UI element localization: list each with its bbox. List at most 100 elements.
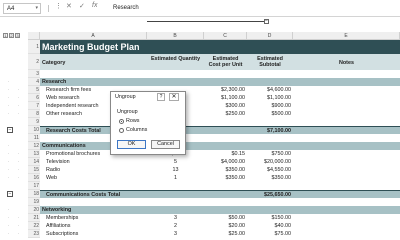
help-icon[interactable]: ? <box>157 93 165 101</box>
select-all-corner[interactable] <box>28 32 40 40</box>
name-box[interactable]: A4 ▾ <box>3 3 41 14</box>
cell-c[interactable] <box>204 70 247 78</box>
outline-level-button[interactable]: 2 <box>9 33 14 38</box>
rows-radio[interactable]: Rows <box>119 118 139 124</box>
cell-c[interactable] <box>204 134 247 142</box>
close-icon[interactable]: ✕ <box>169 93 179 101</box>
cell-e[interactable] <box>293 214 400 222</box>
cell-c[interactable]: $250.00 <box>204 110 247 118</box>
cell-d[interactable]: $40.00 <box>247 222 293 230</box>
cell-e[interactable] <box>293 78 400 86</box>
cell-e[interactable] <box>293 198 400 206</box>
cell-d[interactable]: $75.00 <box>247 230 293 238</box>
row-header[interactable]: 18 <box>28 190 40 198</box>
row-header[interactable]: 1 <box>28 40 40 54</box>
cell-d[interactable]: $900.00 <box>247 102 293 110</box>
cell-c[interactable]: $350.00 <box>204 174 247 182</box>
cell-a[interactable]: Subscriptions <box>40 230 147 238</box>
cell-a[interactable]: Radio <box>40 166 147 174</box>
cell-b[interactable]: 2 <box>147 222 204 230</box>
row-header[interactable]: 20 <box>28 206 40 214</box>
cell-d[interactable] <box>247 198 293 206</box>
cell-e[interactable] <box>293 94 400 102</box>
cell-d[interactable]: $4,550.00 <box>247 166 293 174</box>
cell-c[interactable]: $20.00 <box>204 222 247 230</box>
cell-d[interactable]: $350.00 <box>247 174 293 182</box>
row-header[interactable]: 11 <box>28 134 40 142</box>
outline-level-button[interactable]: 3 <box>15 33 20 38</box>
row-header[interactable]: 3 <box>28 70 40 78</box>
cell-b[interactable] <box>147 70 204 78</box>
cell-e[interactable] <box>293 158 400 166</box>
ok-button[interactable]: OK <box>117 140 146 149</box>
cell-e[interactable] <box>293 102 400 110</box>
cell-a[interactable] <box>40 70 147 78</box>
row-group-collapse-button[interactable]: − <box>7 127 13 133</box>
row-header[interactable]: 21 <box>28 214 40 222</box>
row-group-collapse-button[interactable]: − <box>7 191 13 197</box>
cell-e[interactable] <box>293 230 400 238</box>
row-header[interactable]: 12 <box>28 142 40 150</box>
cancel-button[interactable]: Cancel <box>151 140 180 149</box>
cell-d[interactable] <box>247 134 293 142</box>
cell-c[interactable]: $0.15 <box>204 150 247 158</box>
worksheet-grid[interactable]: Marketing Budget Plan Category Estimated Q… <box>40 40 400 237</box>
chevron-down-icon[interactable]: ▾ <box>35 5 38 11</box>
cell-e[interactable] <box>293 70 400 78</box>
cell-a[interactable]: Television <box>40 158 147 166</box>
cell-e[interactable] <box>293 134 400 142</box>
cell-d[interactable] <box>247 118 293 126</box>
row-header[interactable]: 6 <box>28 94 40 102</box>
cell-a[interactable]: Research <box>40 78 147 86</box>
cell-b[interactable] <box>147 182 204 190</box>
column-group-collapse-button[interactable]: − <box>264 19 269 24</box>
cell-a[interactable]: Marketing Budget Plan <box>40 40 400 54</box>
cancel-entry-icon[interactable]: ✕ <box>66 2 72 10</box>
confirm-entry-icon[interactable]: ✓ <box>79 2 85 10</box>
row-header[interactable]: 5 <box>28 86 40 94</box>
more-options-icon[interactable]: ⋮ <box>55 2 62 10</box>
cell-c[interactable]: $1,100.00 <box>204 94 247 102</box>
columns-radio[interactable]: Columns <box>119 127 147 133</box>
column-header-e[interactable]: E <box>293 32 400 40</box>
cell-c[interactable]: $300.00 <box>204 102 247 110</box>
cell-d[interactable]: $750.00 <box>247 150 293 158</box>
row-header[interactable]: 8 <box>28 110 40 118</box>
column-header-a[interactable]: A <box>40 32 147 40</box>
cell-b[interactable]: 1 <box>147 174 204 182</box>
cell-b[interactable]: 13 <box>147 166 204 174</box>
cell-e[interactable] <box>293 142 400 150</box>
row-header[interactable]: 14 <box>28 158 40 166</box>
cell-c[interactable]: $50.00 <box>204 214 247 222</box>
column-header-d[interactable]: D <box>247 32 293 40</box>
cell-a[interactable]: Networking <box>40 206 147 214</box>
cell-c[interactable] <box>204 182 247 190</box>
cell-d[interactable]: $150.00 <box>247 214 293 222</box>
row-header[interactable]: 15 <box>28 166 40 174</box>
cell-a[interactable]: Affiliations <box>40 222 147 230</box>
cell-e[interactable] <box>293 174 400 182</box>
row-header[interactable]: 10 <box>28 126 40 134</box>
cell-e[interactable]: Notes <box>293 54 400 70</box>
cell-e[interactable] <box>293 166 400 174</box>
row-header[interactable]: 17 <box>28 182 40 190</box>
row-header[interactable]: 19 <box>28 198 40 206</box>
cell-e[interactable] <box>293 110 400 118</box>
cell-b[interactable]: 3 <box>147 214 204 222</box>
column-header-b[interactable]: B <box>147 32 204 40</box>
cell-e[interactable] <box>293 86 400 94</box>
cell-b[interactable] <box>147 198 204 206</box>
cell-c[interactable]: $4,000.00 <box>204 158 247 166</box>
row-header[interactable]: 23 <box>28 230 40 238</box>
cell-d[interactable] <box>247 182 293 190</box>
row-header[interactable]: 9 <box>28 118 40 126</box>
cell-e[interactable] <box>293 206 400 214</box>
formula-input[interactable]: Research <box>110 3 397 14</box>
cell-d[interactable]: $1,100.00 <box>247 94 293 102</box>
cell-d[interactable]: Estimated Subtotal <box>247 54 293 70</box>
row-header[interactable]: 4 <box>28 78 40 86</box>
cell-b[interactable]: 3 <box>147 230 204 238</box>
row-header[interactable]: 16 <box>28 174 40 182</box>
cell-e[interactable] <box>293 118 400 126</box>
cell-b[interactable]: Estimated Quantity <box>147 54 204 70</box>
